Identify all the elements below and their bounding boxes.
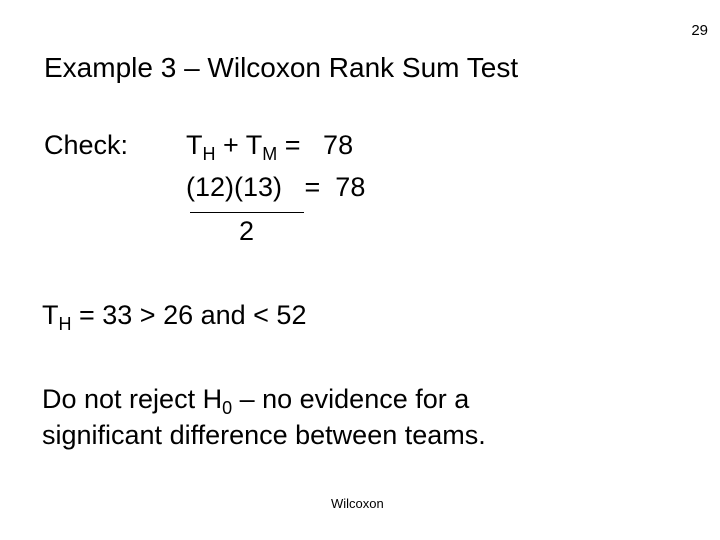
check-equation-sum: TH + TM = 78 [186, 130, 354, 164]
fraction-bar [190, 212, 304, 213]
conclusion-line-2: significant difference between teams. [42, 420, 486, 450]
fraction-denominator: 2 [239, 216, 255, 246]
conclusion-line-1: Do not reject H0 – no evidence for a [42, 384, 470, 418]
footer-text: Wilcoxon [331, 496, 384, 511]
check-label: Check: [44, 130, 129, 160]
slide-title: Example 3 – Wilcoxon Rank Sum Test [44, 52, 519, 83]
page-number: 29 [691, 22, 708, 39]
test-statistic-comparison: TH = 33 > 26 and < 52 [42, 300, 307, 334]
check-equation-formula: (12)(13) = 78 [186, 172, 366, 202]
